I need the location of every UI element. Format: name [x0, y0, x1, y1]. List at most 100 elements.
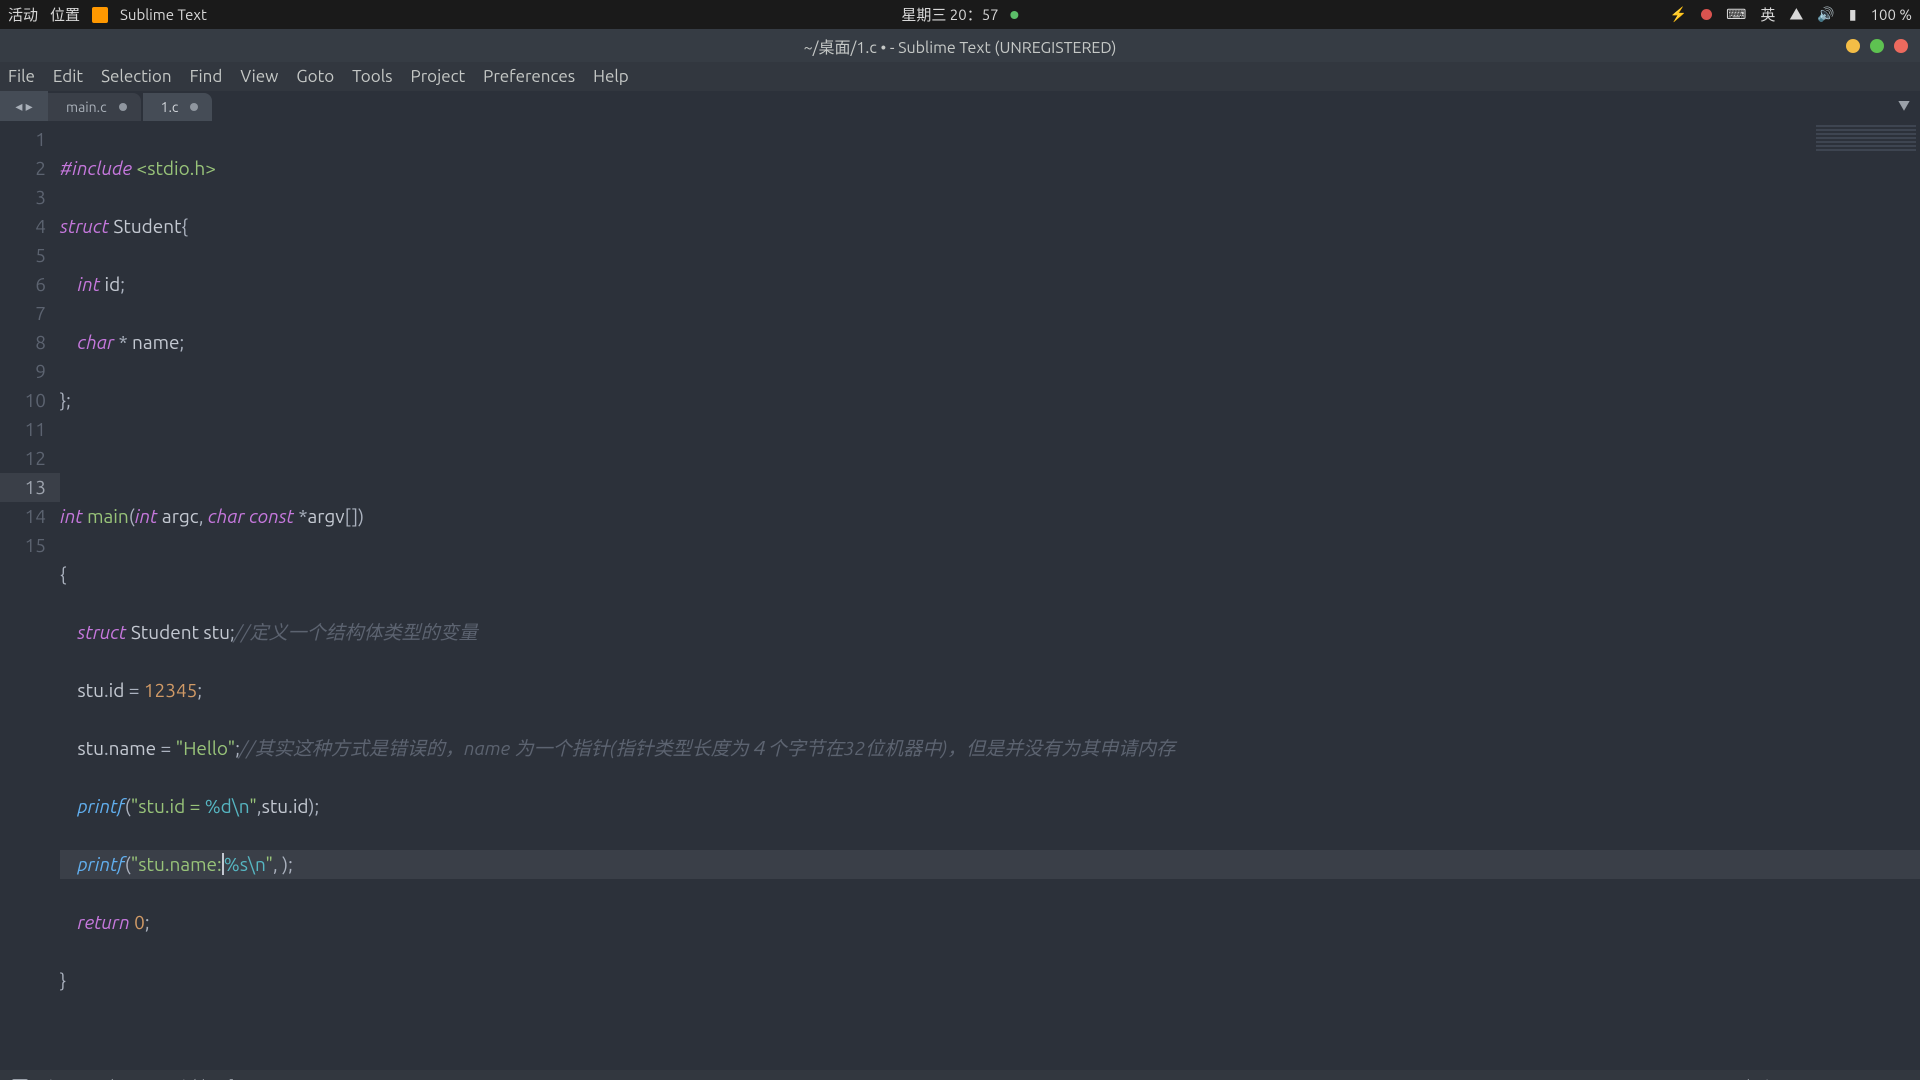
t: printf [77, 795, 124, 817]
editor-area[interactable]: 1 2 3 4 5 6 7 8 9 10 11 12 13 14 15 #inc… [0, 121, 1920, 1070]
line-number[interactable]: 13 [0, 473, 60, 502]
window-controls [1846, 39, 1908, 53]
t: 0 [134, 911, 145, 933]
menu-tools[interactable]: Tools [352, 67, 392, 86]
t: ; [197, 679, 202, 701]
code-view[interactable]: #include <stdio.h> struct Student{ int i… [60, 121, 1920, 1070]
menu-goto[interactable]: Goto [296, 67, 334, 86]
t: argc [162, 505, 199, 527]
t: = [124, 679, 143, 701]
t: ) [358, 505, 364, 527]
t: name [132, 331, 180, 353]
t: const [249, 505, 294, 527]
t: struct [77, 621, 126, 643]
line-number[interactable]: 5 [0, 241, 60, 270]
line-number[interactable]: 14 [0, 502, 60, 531]
menu-preferences[interactable]: Preferences [483, 67, 575, 86]
t: %s [224, 853, 248, 875]
t: argv [307, 505, 344, 527]
t: ; [145, 911, 150, 933]
tab-1-c[interactable]: 1.c [143, 93, 213, 121]
t: 12345 [144, 679, 198, 701]
t: ; [120, 273, 125, 295]
t: "stu.id = [131, 795, 205, 817]
line-number[interactable]: 2 [0, 154, 60, 183]
t: //定义一个结构体类型的变量 [235, 621, 478, 643]
t: //其实这种方式是错误的，name 为一个指针(指针类型长度为４个字节在32位机… [240, 737, 1175, 759]
menu-help[interactable]: Help [593, 67, 629, 86]
tab-nav-arrows[interactable]: ◂ ▸ [0, 91, 48, 121]
line-number[interactable]: 15 [0, 531, 60, 560]
notification-dot-icon [1011, 11, 1019, 19]
t: stu [203, 621, 230, 643]
window-title: ~/桌面/1.c • - Sublime Text (UNREGISTERED) [804, 34, 1117, 58]
clock-label[interactable]: 星期三 20：57 [901, 4, 998, 25]
record-icon[interactable] [1701, 9, 1712, 20]
minimize-button[interactable] [1846, 39, 1860, 53]
t: \n [248, 853, 265, 875]
line-gutter[interactable]: 1 2 3 4 5 6 7 8 9 10 11 12 13 14 15 [0, 121, 60, 1070]
t: { [181, 215, 187, 237]
t: , [273, 853, 282, 875]
t: char [77, 331, 114, 353]
t: struct [60, 215, 109, 237]
tab-label: 1.c [161, 99, 179, 115]
line-number[interactable]: 1 [0, 125, 60, 154]
close-button[interactable] [1894, 39, 1908, 53]
menu-project[interactable]: Project [411, 67, 466, 86]
line-number[interactable]: 6 [0, 270, 60, 299]
line-number[interactable]: 4 [0, 212, 60, 241]
thunderbolt-icon[interactable]: ⚡ [1670, 6, 1687, 23]
wifi-icon[interactable]: ▲ [1789, 5, 1803, 25]
t: <stdio.h> [136, 157, 215, 179]
menu-edit[interactable]: Edit [53, 67, 83, 86]
minimap[interactable] [1810, 121, 1920, 1070]
t: " [249, 795, 257, 817]
t: * [119, 331, 128, 353]
ime-label[interactable]: 英 [1760, 4, 1775, 25]
tab-label: main.c [66, 99, 107, 115]
t: { [60, 563, 66, 585]
activities-label[interactable]: 活动 [8, 4, 38, 25]
t: return [77, 911, 129, 933]
t: id [109, 679, 125, 701]
tab-bar: ◂ ▸ main.c 1.c ▼ [0, 91, 1920, 121]
t: [] [345, 505, 359, 527]
t: name [109, 737, 157, 759]
tab-main-c[interactable]: main.c [48, 93, 141, 121]
window-titlebar[interactable]: ~/桌面/1.c • - Sublime Text (UNREGISTERED) [0, 29, 1920, 62]
line-number[interactable]: 3 [0, 183, 60, 212]
t: ; [288, 853, 293, 875]
line-number[interactable]: 9 [0, 357, 60, 386]
location-label[interactable]: 位置 [50, 4, 80, 25]
modified-dot-icon [119, 103, 127, 111]
line-number[interactable]: 12 [0, 444, 60, 473]
keyboard-icon[interactable]: ⌨ [1726, 6, 1746, 23]
t: Student [131, 621, 199, 643]
line-number[interactable]: 7 [0, 299, 60, 328]
t: id [105, 273, 121, 295]
t: "stu.name: [131, 853, 222, 875]
menu-find[interactable]: Find [190, 67, 223, 86]
line-number[interactable]: 11 [0, 415, 60, 444]
t: } [60, 969, 66, 991]
t: #include [60, 157, 132, 179]
t: stu [77, 679, 104, 701]
os-top-bar: 活动 位置 Sublime Text 星期三 20：57 ⚡ ⌨ 英 ▲ 🔊 ▮… [0, 0, 1920, 29]
app-name-label[interactable]: Sublime Text [120, 6, 207, 23]
menu-selection[interactable]: Selection [101, 67, 172, 86]
menu-view[interactable]: View [240, 67, 278, 86]
volume-icon[interactable]: 🔊 [1817, 6, 1834, 23]
maximize-button[interactable] [1870, 39, 1884, 53]
line-number[interactable]: 10 [0, 386, 60, 415]
t: }; [60, 389, 71, 411]
line-number[interactable]: 8 [0, 328, 60, 357]
t: char [208, 505, 245, 527]
tab-overflow-icon[interactable]: ▼ [1898, 97, 1910, 114]
t: main [87, 505, 129, 527]
t: ; [315, 795, 320, 817]
t: ; [180, 331, 185, 353]
menu-file[interactable]: File [8, 67, 35, 86]
t: stu.id [262, 795, 309, 817]
battery-icon[interactable]: ▮ [1849, 6, 1857, 23]
